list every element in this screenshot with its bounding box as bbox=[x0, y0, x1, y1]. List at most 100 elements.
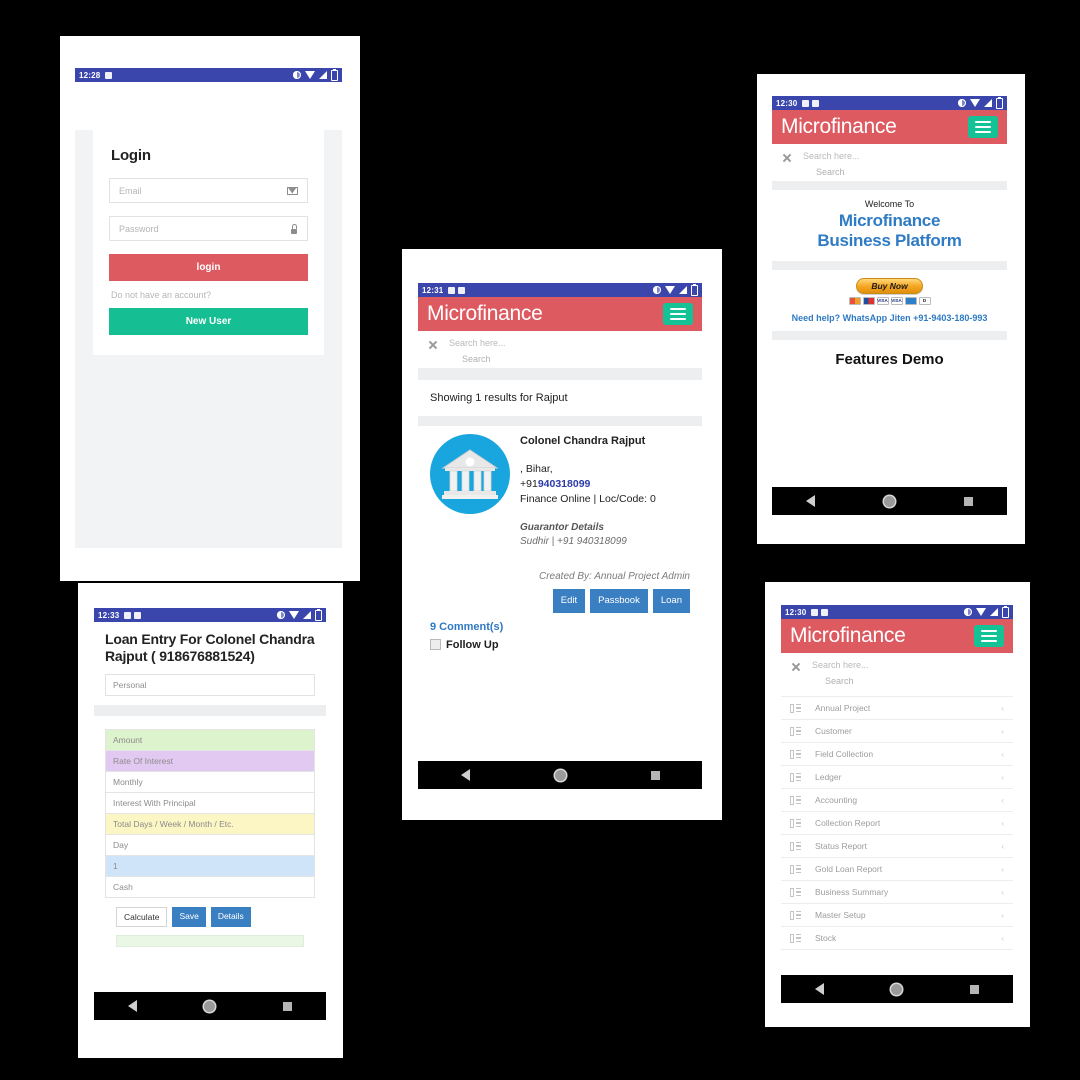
image-icon bbox=[448, 286, 456, 294]
chevron-left-icon: ‹ bbox=[1001, 910, 1004, 920]
search-row: Search here... Search bbox=[418, 331, 702, 368]
menu-item[interactable]: Collection Report ‹ bbox=[781, 812, 1013, 835]
signal-icon bbox=[679, 286, 687, 294]
hamburger-icon[interactable] bbox=[968, 116, 998, 138]
expand-icon[interactable] bbox=[428, 340, 438, 350]
recents-icon[interactable] bbox=[650, 770, 660, 780]
wifi-icon bbox=[289, 611, 299, 619]
loan-field-row[interactable]: Cash bbox=[106, 877, 314, 899]
battery-icon bbox=[691, 283, 698, 296]
menu-item-label: Annual Project bbox=[815, 703, 871, 713]
battery-icon bbox=[1002, 605, 1009, 618]
save-button[interactable]: Save bbox=[172, 907, 206, 928]
loan-type-field[interactable]: Personal bbox=[105, 674, 315, 697]
status-bar: 12:31 bbox=[418, 283, 702, 297]
list-card-icon bbox=[790, 795, 801, 805]
customer-phone[interactable]: +91940318099 bbox=[520, 477, 690, 492]
search-input[interactable]: Search here... bbox=[449, 338, 506, 348]
menu-item[interactable]: Master Setup ‹ bbox=[781, 904, 1013, 927]
back-icon[interactable] bbox=[127, 1000, 137, 1012]
search-input[interactable]: Search here... bbox=[803, 151, 860, 161]
loan-button[interactable]: Loan bbox=[652, 589, 690, 613]
guarantor-block: Guarantor Details Sudhir | +91 940318099 bbox=[520, 521, 690, 550]
android-nav-bar bbox=[781, 975, 1013, 1003]
home-icon[interactable] bbox=[891, 983, 903, 995]
follow-up-row[interactable]: Follow Up bbox=[430, 639, 690, 651]
divider bbox=[772, 181, 1007, 190]
loan-field-row[interactable]: Amount bbox=[106, 730, 314, 752]
search-button[interactable]: Search bbox=[816, 167, 997, 177]
recents-icon[interactable] bbox=[970, 984, 980, 994]
loan-field-row[interactable]: Interest With Principal bbox=[106, 793, 314, 815]
back-icon[interactable] bbox=[460, 769, 470, 781]
list-card-icon bbox=[790, 864, 801, 874]
menu-item[interactable]: Stock ‹ bbox=[781, 927, 1013, 950]
loan-field-row[interactable]: 1 bbox=[106, 856, 314, 878]
expand-icon[interactable] bbox=[791, 662, 801, 672]
follow-up-checkbox[interactable] bbox=[430, 639, 441, 651]
back-icon[interactable] bbox=[806, 495, 816, 507]
menu-item[interactable]: Annual Project ‹ bbox=[781, 696, 1013, 720]
help-link[interactable]: Need help? WhatsApp Jiten +91-9403-180-9… bbox=[772, 313, 1007, 323]
menu-item[interactable]: Business Summary ‹ bbox=[781, 881, 1013, 904]
edit-button[interactable]: Edit bbox=[552, 589, 586, 613]
new-user-button[interactable]: New User bbox=[109, 308, 308, 335]
buy-now-button[interactable]: Buy Now bbox=[856, 277, 923, 294]
hamburger-icon[interactable] bbox=[663, 303, 693, 325]
menu-item-label: Collection Report bbox=[815, 818, 881, 828]
list-card-icon bbox=[790, 703, 801, 713]
menu-item[interactable]: Field Collection ‹ bbox=[781, 743, 1013, 766]
customer-address: , Bihar, bbox=[520, 462, 553, 475]
password-field[interactable]: Password bbox=[109, 216, 308, 241]
chevron-left-icon: ‹ bbox=[1001, 772, 1004, 782]
visa-debit-icon: VISA bbox=[890, 296, 903, 305]
brightness-icon bbox=[277, 611, 285, 619]
chevron-left-icon: ‹ bbox=[1001, 818, 1004, 828]
details-button[interactable]: Details bbox=[210, 907, 251, 928]
menu-item[interactable]: Gold Loan Report ‹ bbox=[781, 858, 1013, 881]
calculate-button[interactable]: Calculate bbox=[116, 907, 168, 928]
loan-field-row[interactable]: Rate Of Interest bbox=[106, 751, 314, 773]
result-strip bbox=[116, 935, 304, 948]
menu-item[interactable]: Status Report ‹ bbox=[781, 835, 1013, 858]
app-title: Microfinance bbox=[781, 115, 897, 138]
expand-icon[interactable] bbox=[782, 153, 792, 163]
loan-field-row[interactable]: Monthly bbox=[106, 772, 314, 794]
signal-icon bbox=[990, 608, 998, 616]
loan-field-row[interactable]: Day bbox=[106, 835, 314, 857]
menu-item[interactable]: Customer ‹ bbox=[781, 720, 1013, 743]
app-bar: Microfinance bbox=[772, 110, 1007, 144]
home-icon[interactable] bbox=[204, 1000, 216, 1012]
features-demo-title: Features Demo bbox=[772, 339, 1007, 368]
recents-icon[interactable] bbox=[283, 1001, 293, 1011]
search-button[interactable]: Search bbox=[462, 354, 692, 364]
battery-icon bbox=[996, 96, 1003, 109]
list-card-icon bbox=[790, 749, 801, 759]
back-icon[interactable] bbox=[814, 983, 824, 995]
android-nav-bar bbox=[418, 761, 702, 789]
recents-icon[interactable] bbox=[963, 496, 973, 506]
chevron-left-icon: ‹ bbox=[1001, 749, 1004, 759]
hamburger-icon[interactable] bbox=[974, 625, 1004, 647]
amex-icon bbox=[904, 296, 917, 305]
menu-item-label: Ledger bbox=[815, 772, 842, 782]
menu-item[interactable]: Accounting ‹ bbox=[781, 789, 1013, 812]
record-actions: Edit Passbook Loan bbox=[520, 589, 690, 613]
menu-item[interactable]: Ledger ‹ bbox=[781, 766, 1013, 789]
comments-link[interactable]: 9 Comment(s) bbox=[430, 621, 690, 633]
search-input[interactable]: Search here... bbox=[812, 660, 869, 670]
menu-item-label: Gold Loan Report bbox=[815, 864, 883, 874]
menu-item-label: Business Summary bbox=[815, 887, 889, 897]
email-field[interactable]: Email bbox=[109, 178, 308, 203]
chevron-left-icon: ‹ bbox=[1001, 864, 1004, 874]
search-button[interactable]: Search bbox=[825, 676, 1003, 686]
app-title: Microfinance bbox=[427, 302, 543, 325]
home-icon[interactable] bbox=[883, 495, 895, 507]
home-icon[interactable] bbox=[554, 769, 566, 781]
passbook-button[interactable]: Passbook bbox=[590, 589, 648, 613]
login-button[interactable]: login bbox=[109, 254, 308, 281]
payment-block: Buy Now VISA VISA D Need help? WhatsApp … bbox=[772, 269, 1007, 331]
wifi-icon bbox=[305, 71, 315, 79]
welcome-phone-screen: 12:30 Microfinance Search here... Search… bbox=[772, 96, 1007, 515]
loan-field-row[interactable]: Total Days / Week / Month / Etc. bbox=[106, 814, 314, 836]
